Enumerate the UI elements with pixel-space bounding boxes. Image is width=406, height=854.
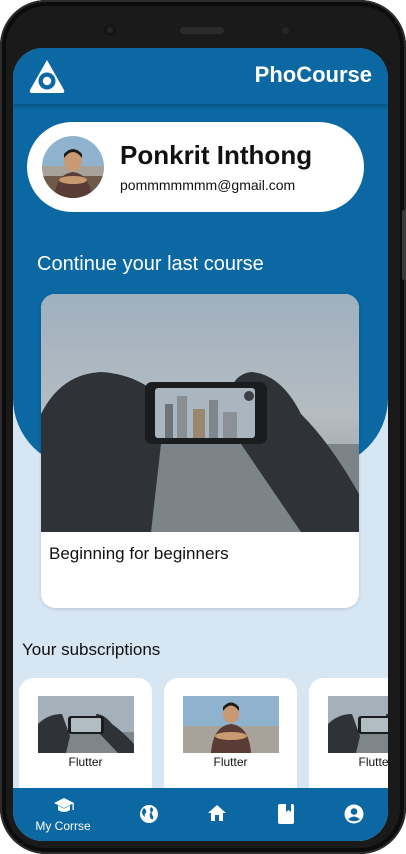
last-course-card[interactable]: Beginning for beginners bbox=[41, 294, 359, 608]
book-icon bbox=[278, 804, 294, 824]
front-camera bbox=[104, 24, 116, 36]
phone-side-button bbox=[402, 210, 406, 280]
earpiece-speaker bbox=[180, 27, 224, 34]
course-title: Beginning for beginners bbox=[49, 544, 229, 563]
subscriptions-heading: Your subscriptions bbox=[22, 640, 161, 659]
subscription-label: Flutter bbox=[358, 755, 388, 769]
sensor bbox=[282, 27, 289, 34]
subscription-label: Flutter bbox=[213, 755, 248, 769]
app-screen: PhoCourse Ponkrit Inthong pommmmmmm@gmai… bbox=[13, 48, 388, 841]
graduation-cap-icon bbox=[54, 798, 74, 812]
profile-email: pommmmmmm@gmail.com bbox=[120, 177, 296, 193]
nav-home[interactable] bbox=[184, 788, 250, 841]
nav-account[interactable] bbox=[322, 788, 388, 841]
profile-name: Ponkrit Inthong bbox=[120, 140, 313, 170]
subscription-thumbnail bbox=[38, 696, 134, 753]
nav-my-course-label: My Corrse bbox=[35, 819, 91, 833]
nav-explore[interactable] bbox=[113, 788, 184, 841]
account-icon bbox=[344, 804, 364, 824]
globe-icon bbox=[140, 805, 158, 823]
app-bar: PhoCourse bbox=[13, 48, 388, 104]
profile-card[interactable]: Ponkrit Inthong pommmmmmm@gmail.com bbox=[27, 122, 364, 212]
app-title: PhoCourse bbox=[254, 62, 372, 87]
phone-frame: PhoCourse Ponkrit Inthong pommmmmmm@gmai… bbox=[0, 0, 406, 854]
nav-library[interactable] bbox=[250, 788, 322, 841]
subscription-thumbnail bbox=[328, 696, 388, 753]
continue-heading: Continue your last course bbox=[37, 253, 264, 275]
home-icon bbox=[208, 805, 226, 821]
avatar[interactable] bbox=[42, 136, 104, 198]
subscription-thumbnail bbox=[183, 696, 279, 753]
course-image bbox=[41, 294, 359, 532]
app-logo-icon[interactable] bbox=[27, 57, 67, 97]
subscription-label: Flutter bbox=[68, 755, 103, 769]
bottom-navigation: My Corrse bbox=[13, 788, 388, 841]
nav-my-course[interactable]: My Corrse bbox=[13, 788, 113, 841]
